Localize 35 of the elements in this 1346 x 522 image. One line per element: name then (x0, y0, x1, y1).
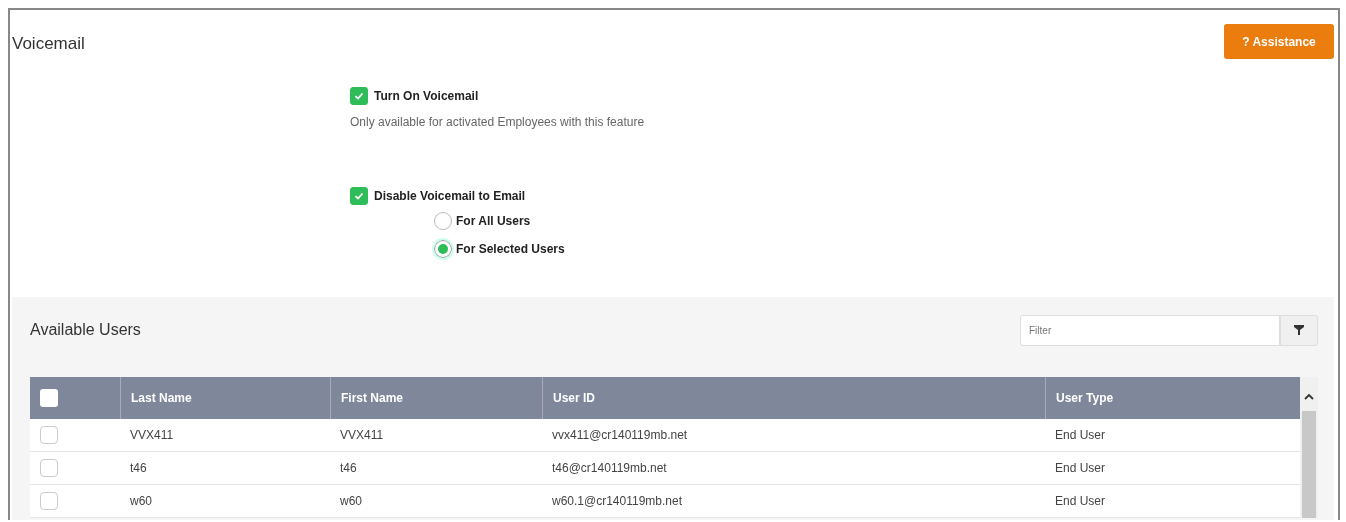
assistance-button[interactable]: ? Assistance (1224, 24, 1334, 59)
table-cell-text: VVX411 (339, 427, 385, 444)
table-cell-text: vvx411@cr140119mb.net (551, 427, 689, 444)
checkbox[interactable] (350, 187, 368, 205)
checkbox-label: Turn On Voicemail (374, 89, 479, 103)
table-cell-text: t46@cr140119mb.net (551, 460, 668, 477)
filter-field[interactable]: Filter (1020, 314, 1280, 346)
row-checkbox[interactable] (40, 492, 58, 510)
hint-text: Only available for activated Employees with this feature (350, 115, 646, 129)
table-cell-text: w60.1@cr140119mb.net (551, 493, 684, 510)
table-cell-text: w60 (129, 493, 153, 510)
table-cell-text: t46 (129, 460, 148, 477)
radio-label: For All Users (456, 214, 531, 228)
check-icon (353, 90, 365, 102)
table-cell-text: End User (1054, 493, 1107, 510)
filter-button[interactable] (1280, 314, 1318, 346)
row-checkbox[interactable] (40, 459, 58, 477)
checkbox[interactable] (350, 87, 368, 105)
scrollbar[interactable] (1300, 377, 1318, 518)
panel-title: Available Users (30, 321, 141, 339)
radio-label: For Selected Users (456, 242, 565, 256)
funnel-icon (1294, 325, 1304, 335)
table-cell-text: End User (1054, 427, 1107, 444)
radio-button[interactable] (434, 212, 452, 230)
radio-button[interactable] (434, 240, 452, 258)
table-cell-text: t46 (339, 460, 358, 477)
scroll-up-icon[interactable] (1303, 393, 1315, 401)
table-cell-text: End User (1054, 460, 1107, 477)
table-cell-text: VVX411 (129, 427, 175, 444)
table-cell-text: w60 (339, 493, 363, 510)
checkbox-label: Disable Voicemail to Email (374, 189, 526, 203)
page-title: Voicemail (12, 34, 85, 54)
row-checkbox[interactable] (40, 426, 58, 444)
check-icon (353, 190, 365, 202)
select-all-checkbox[interactable] (40, 389, 58, 407)
